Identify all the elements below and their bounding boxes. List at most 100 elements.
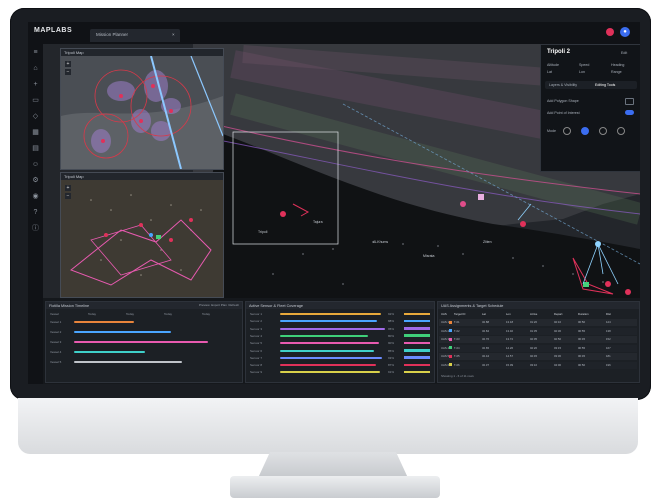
coverage-row-label: Sensor 3 (250, 326, 263, 331)
coverage-row-label: Sensor 2 (250, 319, 263, 324)
timeline-bar[interactable] (74, 321, 134, 323)
table-cell: 138 (606, 328, 611, 333)
preview-button[interactable]: Preview (199, 303, 210, 307)
table-cell: T-03 (454, 337, 460, 341)
coverage-value: 91% (388, 370, 395, 375)
zoom-out-icon[interactable]: − (65, 193, 71, 199)
info-icon[interactable]: ⓘ (31, 224, 40, 233)
close-icon[interactable]: × (172, 32, 175, 37)
table-cell: 32.44 (482, 354, 489, 358)
timeline-bar[interactable] (74, 351, 145, 353)
table-cell: UAS 6 (441, 362, 450, 367)
table-cell: 32.84 (482, 328, 489, 333)
settings-icon[interactable]: ⚙ (31, 176, 40, 185)
tab-editing-tools[interactable]: Editing Tools (595, 83, 615, 87)
table-cell: 03:10 (530, 362, 537, 367)
table-cell: 02:20 (530, 345, 537, 350)
eye-icon[interactable]: ◉ (31, 192, 40, 201)
radio-option[interactable] (563, 127, 571, 135)
table-cell: 13.40 (506, 328, 513, 333)
home-icon[interactable]: ⌂ (31, 64, 40, 73)
grid-icon[interactable]: ▦ (31, 128, 40, 137)
document-icon[interactable]: ▤ (31, 144, 40, 153)
timeline-bar[interactable] (74, 331, 171, 333)
tab-layers[interactable]: Layers & Visibility (549, 83, 577, 87)
coverage-legend-swatch (404, 319, 430, 323)
toggle[interactable] (625, 98, 634, 105)
stat-label: Altitude (547, 63, 559, 67)
coverage-row-label: Sensor 1 (250, 312, 263, 316)
table-cell: 13.18 (506, 320, 513, 324)
toggle[interactable] (625, 110, 634, 115)
table-cell: 01:20 (530, 320, 537, 324)
mini-map-bottom-canvas (61, 180, 223, 297)
coverage-value: 88% (388, 319, 395, 324)
edit-link[interactable]: Edit (621, 51, 627, 55)
radio-option[interactable] (599, 127, 607, 135)
coverage-bar (280, 334, 368, 337)
radio-option[interactable] (581, 127, 589, 135)
timeline-column-header: Today (126, 312, 135, 316)
coverage-legend-swatch (404, 327, 430, 330)
table-footer: Showing 1 - 6 of 11 rows (441, 374, 474, 378)
coverage-row-label: Sensor 5 (250, 341, 263, 346)
timeline-row-label: Vessel 1 (50, 320, 62, 324)
zoom-in-icon[interactable]: + (65, 61, 71, 67)
table-cell: 32.76 (482, 337, 489, 341)
timeline-bar[interactable] (74, 361, 182, 363)
coverage-bar (280, 349, 374, 352)
mini-map-title: Tripoli Map (64, 174, 84, 179)
export-button[interactable]: Export Plan (211, 303, 227, 307)
coverage-legend-swatch (404, 349, 430, 352)
row-label: Add Point of Interest (547, 111, 580, 115)
table-cell: 00:55 (578, 345, 585, 350)
notification-icon[interactable] (606, 28, 614, 36)
table-cell: 04:00 (554, 362, 561, 367)
menu-icon[interactable]: ≡ (31, 48, 40, 57)
timeline-panel: Flotilla Mission Timeline Preview Export… (45, 301, 243, 383)
table-cell: 00:55 (578, 328, 585, 333)
coverage-value: 95% (388, 326, 395, 331)
avatar[interactable]: ● (620, 27, 630, 37)
table-cell: 00:45 (578, 337, 585, 341)
stat-label: Range (611, 70, 622, 74)
coverage-legend-swatch (404, 341, 430, 345)
table-cell: UAS 3 (441, 337, 450, 341)
timeline-bar[interactable] (74, 341, 208, 343)
mode-label: Mode (547, 129, 556, 133)
place-label: Zliten (483, 240, 492, 244)
table-header-cell: Lat (482, 312, 486, 316)
panel-title: UAS Assignments & Target Schedule (441, 303, 504, 308)
table-cell: 00:50 (578, 320, 585, 324)
coverage-bar (280, 320, 377, 323)
stat-label: Heading (611, 63, 625, 67)
coverage-bar (280, 371, 381, 374)
person-icon[interactable]: ☺ (31, 160, 40, 169)
table-header-cell: Lon (506, 312, 511, 316)
coverage-bar (280, 342, 379, 345)
status-dot (449, 337, 452, 341)
coverage-row-label: Sensor 4 (250, 333, 263, 338)
timeline-column-header: Vessel (50, 312, 59, 316)
help-icon[interactable]: ? (31, 208, 40, 217)
radio-option[interactable] (617, 127, 625, 135)
table-cell: 02:30 (554, 328, 561, 333)
table-cell: 02:45 (530, 354, 537, 358)
screen: MAPLABS Mission Planner × ● ≡ ⌂ + ▭ ◇ ▦ … (28, 22, 640, 384)
stat-label: Lon (579, 70, 585, 74)
mini-map-top[interactable]: Tripoli Map + − (60, 48, 224, 170)
folder-icon[interactable]: ▭ (31, 96, 40, 105)
coverage-legend-swatch (404, 312, 430, 315)
status-dot (449, 346, 452, 349)
layers-icon[interactable]: ◇ (31, 112, 40, 121)
timeline-row-label: Vessel 4 (50, 350, 62, 354)
place-label: Al-Khums (373, 240, 389, 244)
table-cell: 02:10 (554, 320, 561, 324)
plus-icon[interactable]: + (31, 80, 40, 89)
mini-map-bottom[interactable]: Tripoli Map + − (60, 172, 224, 298)
zoom-out-icon[interactable]: − (65, 69, 71, 75)
zoom-in-icon[interactable]: + (65, 185, 71, 191)
place-label: Tripoli (258, 230, 268, 234)
tab-mission-planner[interactable]: Mission Planner × (90, 29, 180, 42)
refresh-button[interactable]: Refresh (228, 303, 239, 307)
